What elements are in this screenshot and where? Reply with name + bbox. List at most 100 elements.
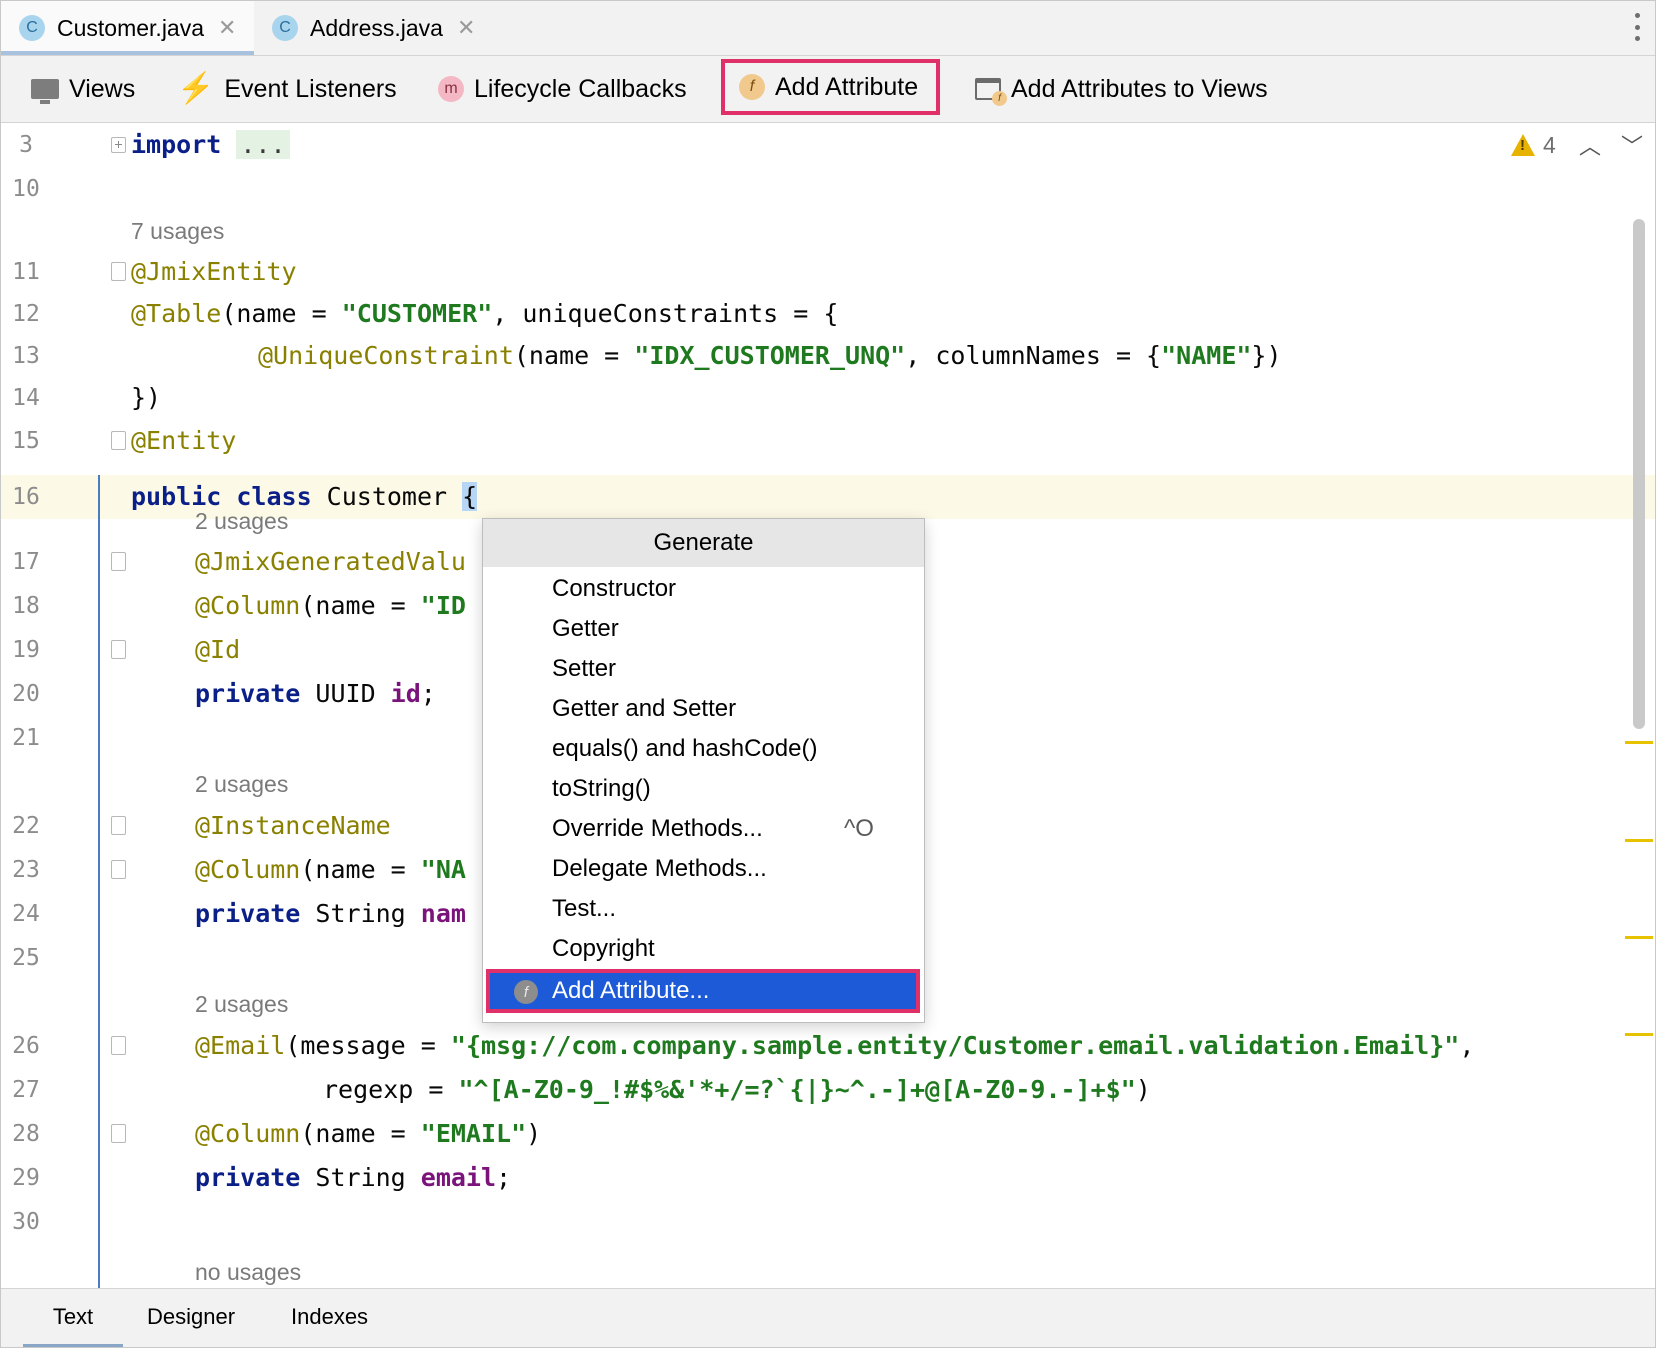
menu-item-copyright[interactable]: Copyright (483, 929, 924, 969)
usages-hint[interactable]: no usages (195, 1250, 301, 1288)
code-text: @Id (195, 635, 241, 664)
fold-marker-icon[interactable] (111, 431, 126, 450)
code-line: 26 @Email(message = "{msg://com.company.… (1, 1024, 1655, 1068)
views-button[interactable]: Views (31, 56, 135, 122)
warning-stripe-marker[interactable] (1625, 1033, 1653, 1036)
warning-stripe-marker[interactable] (1625, 936, 1653, 939)
usages-hint[interactable]: 2 usages (195, 982, 288, 1026)
line-number: 25 (12, 945, 40, 971)
close-icon[interactable]: ✕ (218, 15, 236, 41)
line-number: 14 (12, 385, 40, 411)
close-icon[interactable]: ✕ (457, 15, 475, 41)
folded-imports[interactable]: ... (236, 130, 290, 159)
code-line: 30 (1, 1200, 1655, 1244)
fold-marker-icon[interactable] (111, 816, 126, 835)
line-number: 20 (12, 681, 40, 707)
inspection-widget[interactable]: 4 (1511, 123, 1556, 167)
lifecycle-callbacks-button[interactable]: m Lifecycle Callbacks (438, 56, 687, 122)
entity-designer-toolbar: Views ⚡ Event Listeners m Lifecycle Call… (1, 56, 1655, 123)
code-text: @Column(name = "ID (195, 591, 466, 620)
fold-expand-icon[interactable] (111, 137, 126, 153)
fold-marker-icon[interactable] (111, 552, 126, 571)
usages-hint[interactable]: 2 usages (195, 762, 288, 806)
shortcut-hint: ^O (844, 815, 874, 842)
line-number: 17 (12, 549, 40, 575)
editor-tab-bar: C Customer.java ✕ C Address.java ✕ (1, 1, 1655, 56)
active-tab-indicator (1, 51, 254, 55)
line-number: 30 (12, 1209, 40, 1235)
line-number: 12 (12, 301, 40, 327)
code-text: @JmixGeneratedValu (195, 547, 466, 576)
add-attribute-button[interactable]: f Add Attribute (721, 59, 941, 115)
code-text: @UniqueConstraint(name = "IDX_CUSTOMER_U… (258, 341, 1282, 370)
fold-marker-icon[interactable] (111, 1124, 126, 1143)
usages-hint[interactable]: 2 usages (195, 499, 288, 543)
method-icon: m (438, 76, 464, 102)
code-text: @Email(message = "{msg://com.company.sam… (195, 1031, 1475, 1060)
code-text: private String email; (195, 1163, 512, 1192)
code-text: @Column(name = "NA (195, 855, 466, 884)
menu-item-tostring[interactable]: toString() (483, 769, 924, 809)
line-number: 19 (12, 637, 40, 663)
line-number: 24 (12, 901, 40, 927)
menu-item-test[interactable]: Test... (483, 889, 924, 929)
menu-item-getter-and-setter[interactable]: Getter and Setter (483, 689, 924, 729)
line-number: 21 (12, 725, 40, 751)
tab-customer-java[interactable]: C Customer.java ✕ (1, 1, 254, 55)
tab-designer[interactable]: Designer (147, 1289, 235, 1344)
usages-hint[interactable]: 7 usages (131, 209, 224, 253)
tab-indexes[interactable]: Indexes (291, 1289, 368, 1344)
fold-marker-icon[interactable] (111, 1036, 126, 1055)
add-attributes-to-views-button[interactable]: Add Attributes to Views (975, 56, 1268, 122)
menu-item-override-methods[interactable]: Override Methods... ^O (483, 809, 924, 849)
more-options-icon[interactable] (1633, 13, 1641, 41)
class-icon: C (19, 15, 45, 41)
add-attribute-label: Add Attribute (775, 72, 919, 101)
menu-item-equals-hashcode[interactable]: equals() and hashCode() (483, 729, 924, 769)
fold-marker-icon[interactable] (111, 640, 126, 659)
monitor-icon (31, 79, 59, 104)
menu-item-constructor[interactable]: Constructor (483, 569, 924, 609)
code-line: 27 regexp = "^[A-Z0-9_!#$%&'*+/=?`{|}~^.… (1, 1068, 1655, 1112)
tab-address-java[interactable]: C Address.java ✕ (254, 1, 494, 55)
active-tab-indicator (23, 1344, 123, 1347)
code-line: 12 @Table(name = "CUSTOMER", uniqueConst… (1, 292, 1655, 336)
code-text: private UUID id; (195, 679, 436, 708)
menu-item-add-attribute[interactable]: f Add Attribute... (486, 969, 920, 1013)
code-text: private String nam (195, 899, 466, 928)
generate-popup-menu: Generate Constructor Getter Setter Gette… (482, 518, 925, 1023)
code-line: 3 import ... (1, 123, 1655, 167)
code-line: 28 @Column(name = "EMAIL") (1, 1112, 1655, 1156)
fold-marker-icon[interactable] (111, 860, 126, 879)
line-number: 26 (12, 1033, 40, 1059)
line-number: 29 (12, 1165, 40, 1191)
code-text: @Entity (131, 426, 237, 455)
chevron-down-icon[interactable]: ﹀ (1621, 129, 1643, 161)
vertical-scrollbar[interactable] (1633, 219, 1645, 729)
warning-stripe-marker[interactable] (1625, 839, 1653, 842)
lightning-icon: ⚡ (177, 72, 215, 105)
ide-window: C Customer.java ✕ C Address.java ✕ Views… (0, 0, 1656, 1348)
line-number: 13 (12, 343, 40, 369)
tab-label: Address.java (310, 14, 443, 41)
usages-hint-line: no usages (1, 1250, 1655, 1288)
code-line: 11 @JmixEntity (1, 250, 1655, 294)
menu-item-getter[interactable]: Getter (483, 609, 924, 649)
warning-stripe-marker[interactable] (1625, 741, 1653, 744)
designer-mode-tabs: Text Designer Indexes (1, 1288, 1655, 1347)
line-number: 23 (12, 857, 40, 883)
code-line: 13 @UniqueConstraint(name = "IDX_CUSTOME… (1, 334, 1655, 378)
menu-item-setter[interactable]: Setter (483, 649, 924, 689)
code-text: @Table(name = "CUSTOMER", uniqueConstrai… (131, 299, 839, 328)
menu-item-delegate-methods[interactable]: Delegate Methods... (483, 849, 924, 889)
line-number: 18 (12, 593, 40, 619)
usages-hint-line: 7 usages (1, 209, 1655, 253)
code-text: @InstanceName (195, 811, 391, 840)
chevron-up-icon[interactable]: ︿ (1579, 129, 1601, 161)
tab-label: Customer.java (57, 14, 205, 41)
tab-text[interactable]: Text (23, 1289, 123, 1344)
code-text: import ... (131, 123, 290, 167)
line-number: 15 (12, 428, 40, 454)
event-listeners-button[interactable]: ⚡ Event Listeners (177, 56, 397, 122)
fold-marker-icon[interactable] (111, 262, 126, 281)
